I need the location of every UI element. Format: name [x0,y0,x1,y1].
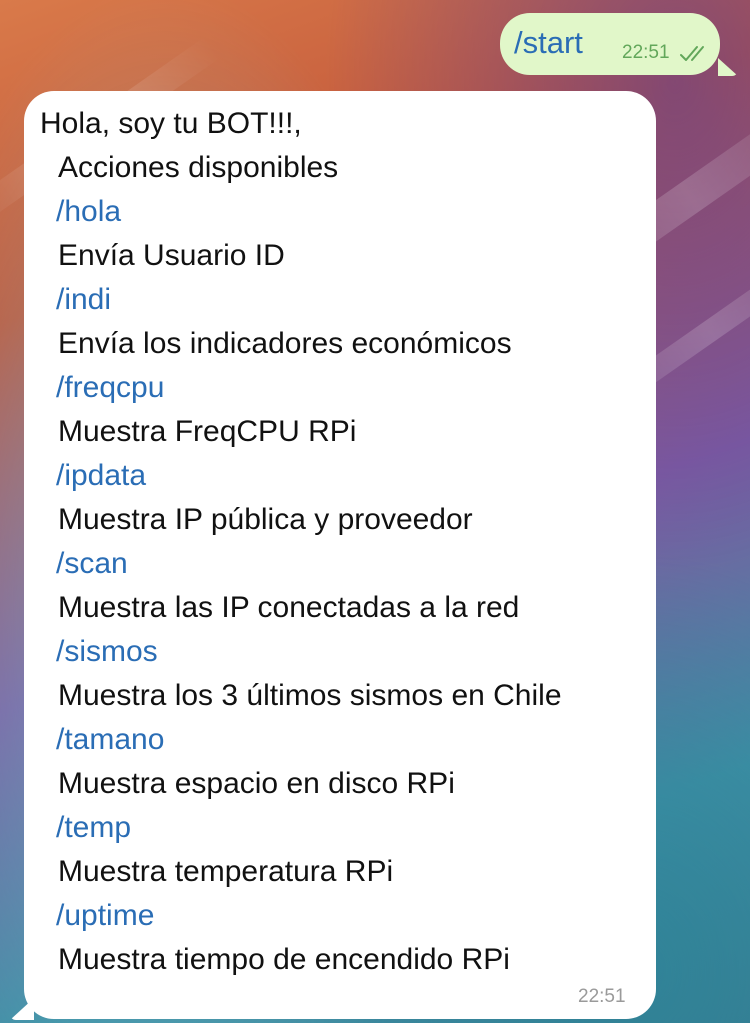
command-link-tamano[interactable]: /tamano [56,722,164,758]
command-description: Muestra tiempo de encendido RPi [58,943,510,976]
command-description: Muestra IP pública y proveedor [58,503,473,536]
command-link-sismos[interactable]: /sismos [56,634,158,670]
command-link-ipdata[interactable]: /ipdata [56,458,146,494]
command-link-hola[interactable]: /hola [56,194,121,230]
command-link-indi[interactable]: /indi [56,282,111,318]
command-description: Envía los indicadores económicos [58,327,512,360]
incoming-timestamp: 22:51 [578,986,626,1007]
command-link-scan[interactable]: /scan [56,546,128,582]
intro-text: Acciones disponibles [58,151,339,184]
command-description: Envía Usuario ID [58,239,285,272]
command-link-uptime[interactable]: /uptime [56,898,154,934]
greeting-text: Hola, soy tu BOT!!!, [40,107,302,140]
outgoing-bubble-tail [718,58,738,76]
command-link-temp[interactable]: /temp [56,810,131,846]
command-description: Muestra espacio en disco RPi [58,767,455,800]
outgoing-timestamp: 22:51 [622,42,670,63]
outgoing-command-link[interactable]: /start [514,24,583,62]
command-description: Muestra temperatura RPi [58,855,394,888]
command-description: Muestra FreqCPU RPi [58,415,357,448]
double-check-icon [680,46,704,61]
command-link-freqcpu[interactable]: /freqcpu [56,370,164,406]
command-description: Muestra los 3 últimos sismos en Chile [58,679,562,712]
command-description: Muestra las IP conectadas a la red [58,591,520,624]
